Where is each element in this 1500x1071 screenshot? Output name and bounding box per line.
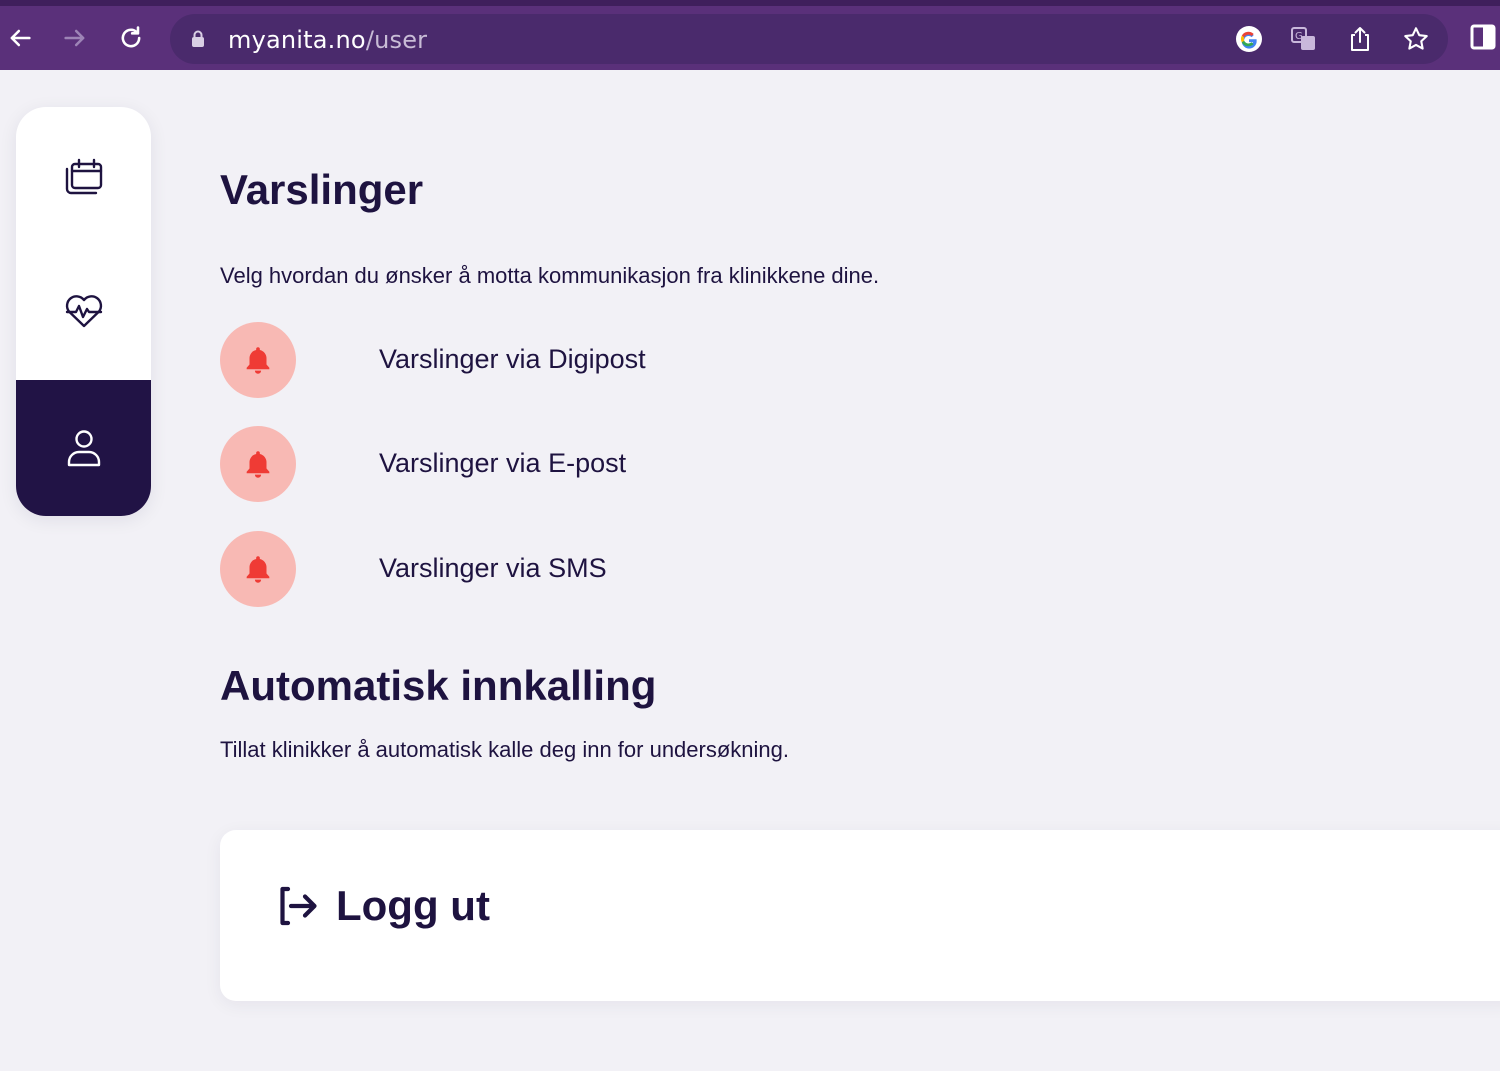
reload-icon [121,26,141,48]
translate-icon: G [1291,27,1315,50]
bookmark-button[interactable] [1401,24,1431,54]
sidebar-item-health[interactable] [16,243,151,379]
calendar-icon [65,158,102,195]
sidebar-item-user[interactable] [16,380,151,516]
translate-button[interactable]: G [1289,24,1319,54]
user-icon [67,430,100,467]
tab-strip [0,0,1500,6]
reload-button[interactable] [113,20,149,56]
svg-text:G: G [1295,31,1303,42]
bell-icon [246,556,270,583]
back-icon [10,29,31,47]
lock-icon[interactable] [190,29,206,49]
notification-label: Varslinger via SMS [379,553,607,583]
logout-card: Logg ut [220,830,1500,1001]
auto-recall-title: Automatisk innkalling [220,662,657,709]
notification-toggle[interactable] [220,531,296,607]
notification-label: Varslinger via E-post [379,448,627,478]
notification-toggle[interactable] [220,322,296,398]
logout-button[interactable]: Logg ut [274,882,490,930]
browser-toolbar: myanita.no/user G [0,0,1500,70]
bell-icon [246,451,270,478]
star-icon [1404,27,1428,50]
bell-icon [246,347,270,374]
logout-label: Logg ut [336,882,490,929]
google-lens-button[interactable] [1234,24,1264,54]
url-path: /user [365,26,428,54]
forward-icon [64,29,85,47]
url-text: myanita.no/user [228,26,427,54]
back-button[interactable] [2,20,38,56]
notification-option-digipost[interactable]: Varslinger via Digipost [220,322,920,398]
notification-option-sms[interactable]: Varslinger via SMS [220,531,920,607]
notifications-description: Velg hvordan du ønsker å motta kommunika… [220,263,880,288]
forward-button[interactable] [57,20,93,56]
notification-label: Varslinger via Digipost [379,344,646,374]
logout-icon [280,886,317,926]
address-bar[interactable]: myanita.no/user G [170,14,1448,64]
side-panel-icon[interactable] [1470,24,1496,50]
share-button[interactable] [1345,24,1375,54]
notification-option-email[interactable]: Varslinger via E-post [220,426,920,502]
url-host: myanita.no [228,26,366,54]
sidebar-nav [16,107,151,516]
auto-recall-description: Tillat klinikker å automatisk kalle deg … [220,737,790,762]
notifications-title: Varslinger [220,166,424,213]
sidebar-item-calendar[interactable] [16,109,151,245]
google-icon [1236,26,1262,52]
notification-toggle[interactable] [220,426,296,502]
share-icon [1351,27,1369,51]
heart-pulse-icon [65,295,102,328]
